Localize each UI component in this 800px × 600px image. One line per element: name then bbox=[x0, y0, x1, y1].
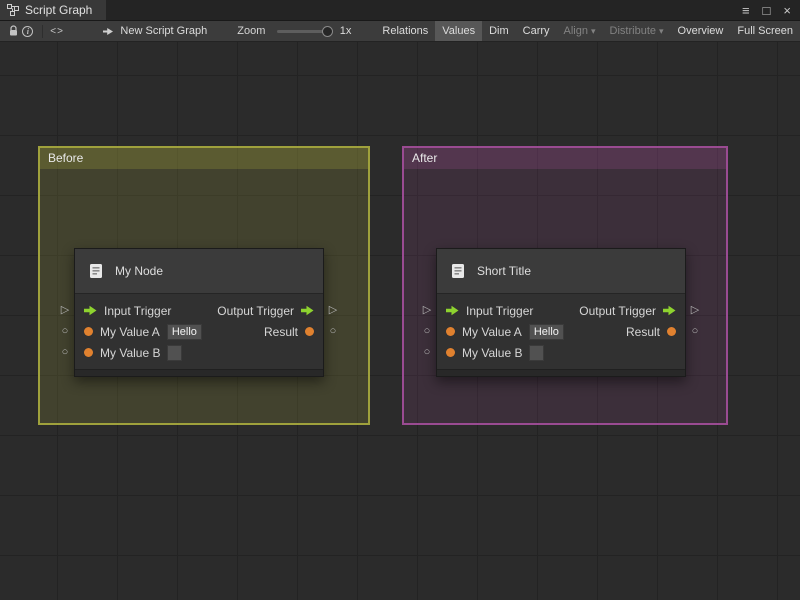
new-graph-icon bbox=[102, 21, 114, 42]
button-label: Relations bbox=[382, 25, 428, 37]
ext-value-port-left[interactable]: ○ bbox=[420, 346, 434, 359]
value-port-icon[interactable] bbox=[84, 327, 93, 336]
code-icon[interactable]: <> bbox=[50, 21, 65, 42]
value-b-input[interactable] bbox=[167, 345, 182, 361]
port-label-result: Result bbox=[264, 325, 298, 339]
group-header[interactable]: After bbox=[404, 148, 726, 169]
distribute-button[interactable]: Distribute ▾ bbox=[603, 21, 671, 42]
value-b-input[interactable] bbox=[529, 345, 544, 361]
port-label-input-trigger: Input Trigger bbox=[104, 304, 171, 318]
script-graph-tab-icon bbox=[7, 4, 19, 16]
group-label: After bbox=[412, 151, 437, 165]
ext-trigger-port-right[interactable]: ▷ bbox=[326, 304, 340, 317]
value-port-icon[interactable] bbox=[667, 327, 676, 336]
value-port-icon[interactable] bbox=[84, 348, 93, 357]
port-label-input-trigger: Input Trigger bbox=[466, 304, 533, 318]
node-my-node[interactable]: My Node Input Trigger Output Trigger bbox=[74, 248, 324, 377]
ext-trigger-port-left[interactable]: ▷ bbox=[420, 304, 434, 317]
port-label-result: Result bbox=[626, 325, 660, 339]
graph-toolbar: i <> New Script Graph Zoom 1x Relations … bbox=[0, 21, 800, 42]
value-port-icon[interactable] bbox=[446, 348, 455, 357]
align-button[interactable]: Align ▾ bbox=[557, 21, 603, 42]
value-a-input[interactable]: Hello bbox=[167, 324, 202, 340]
node-header[interactable]: My Node bbox=[75, 249, 323, 293]
port-row: Input Trigger Output Trigger bbox=[75, 300, 323, 321]
port-row: My Value B bbox=[75, 342, 323, 363]
port-label-value-a: My Value A bbox=[100, 325, 160, 339]
info-glyph: i bbox=[22, 26, 33, 37]
button-label: Carry bbox=[523, 25, 550, 37]
ext-value-port-left[interactable]: ○ bbox=[420, 325, 434, 338]
new-graph-label: New Script Graph bbox=[120, 25, 207, 37]
button-label: Distribute bbox=[610, 25, 656, 37]
group-header[interactable]: Before bbox=[40, 148, 368, 169]
zoom-label: Zoom bbox=[237, 25, 265, 37]
zoom-slider[interactable] bbox=[277, 30, 329, 33]
overview-button[interactable]: Overview bbox=[671, 21, 731, 42]
ext-trigger-port-left[interactable]: ▷ bbox=[58, 304, 72, 317]
node-footer bbox=[75, 369, 323, 376]
tab-label: Script Graph bbox=[25, 3, 92, 17]
graph-canvas[interactable]: Before After My Node bbox=[0, 42, 800, 600]
node-title: My Node bbox=[115, 264, 163, 278]
port-row: Input Trigger Output Trigger bbox=[437, 300, 685, 321]
port-row: My Value A Hello Result bbox=[75, 321, 323, 342]
port-label-value-b: My Value B bbox=[462, 346, 522, 360]
fullscreen-button[interactable]: Full Screen bbox=[730, 21, 800, 42]
menu-icon[interactable]: ≡ bbox=[742, 4, 750, 17]
tab-script-graph[interactable]: Script Graph bbox=[0, 0, 106, 20]
chevron-down-icon: ▾ bbox=[591, 26, 596, 37]
value-a-input[interactable]: Hello bbox=[529, 324, 564, 340]
node-body: Input Trigger Output Trigger My Value A … bbox=[437, 293, 685, 369]
ext-value-port-right[interactable]: ○ bbox=[326, 325, 340, 338]
dim-button[interactable]: Dim bbox=[482, 21, 516, 42]
relations-button[interactable]: Relations bbox=[375, 21, 435, 42]
chevron-down-icon: ▾ bbox=[659, 26, 664, 37]
node-footer bbox=[437, 369, 685, 376]
zoom-value: 1x bbox=[340, 25, 352, 37]
port-label-value-a: My Value A bbox=[462, 325, 522, 339]
flow-output-port-icon[interactable] bbox=[663, 305, 676, 316]
ext-value-port-right[interactable]: ○ bbox=[688, 325, 702, 338]
info-icon[interactable]: i bbox=[21, 21, 36, 42]
ext-value-port-left[interactable]: ○ bbox=[58, 325, 72, 338]
port-row: My Value B bbox=[437, 342, 685, 363]
button-label: Values bbox=[442, 25, 475, 37]
script-graph-window: Script Graph ≡ □ × i <> bbox=[0, 0, 800, 600]
new-script-graph-button[interactable]: New Script Graph bbox=[102, 21, 207, 42]
lock-icon[interactable] bbox=[6, 21, 21, 42]
script-graph-node-icon bbox=[449, 262, 467, 280]
flow-input-port-icon[interactable] bbox=[84, 305, 97, 316]
script-graph-node-icon bbox=[87, 262, 105, 280]
window-controls: ≡ □ × bbox=[742, 0, 800, 20]
node-title: Short Title bbox=[477, 264, 531, 278]
toolbar-buttons: Relations Values Dim Carry Align ▾ Distr… bbox=[375, 21, 800, 42]
port-label-value-b: My Value B bbox=[100, 346, 160, 360]
value-port-icon[interactable] bbox=[305, 327, 314, 336]
button-label: Align bbox=[564, 25, 588, 37]
values-button[interactable]: Values bbox=[435, 21, 482, 42]
node-short-title[interactable]: Short Title Input Trigger Output Trigger bbox=[436, 248, 686, 377]
value-port-icon[interactable] bbox=[446, 327, 455, 336]
flow-input-port-icon[interactable] bbox=[446, 305, 459, 316]
port-label-output-trigger: Output Trigger bbox=[217, 304, 294, 318]
button-label: Dim bbox=[489, 25, 509, 37]
port-label-output-trigger: Output Trigger bbox=[579, 304, 656, 318]
node-header[interactable]: Short Title bbox=[437, 249, 685, 293]
node-body: Input Trigger Output Trigger My Value A … bbox=[75, 293, 323, 369]
group-label: Before bbox=[48, 151, 83, 165]
button-label: Full Screen bbox=[737, 25, 793, 37]
close-icon[interactable]: × bbox=[783, 4, 791, 17]
toolbar-separator bbox=[42, 25, 43, 38]
port-row: My Value A Hello Result bbox=[437, 321, 685, 342]
carry-button[interactable]: Carry bbox=[516, 21, 557, 42]
zoom-slider-knob[interactable] bbox=[322, 26, 333, 37]
maximize-icon[interactable]: □ bbox=[763, 4, 771, 17]
ext-value-port-left[interactable]: ○ bbox=[58, 346, 72, 359]
ext-trigger-port-right[interactable]: ▷ bbox=[688, 304, 702, 317]
flow-output-port-icon[interactable] bbox=[301, 305, 314, 316]
code-glyph: <> bbox=[50, 26, 64, 37]
button-label: Overview bbox=[678, 25, 724, 37]
titlebar: Script Graph ≡ □ × bbox=[0, 0, 800, 21]
